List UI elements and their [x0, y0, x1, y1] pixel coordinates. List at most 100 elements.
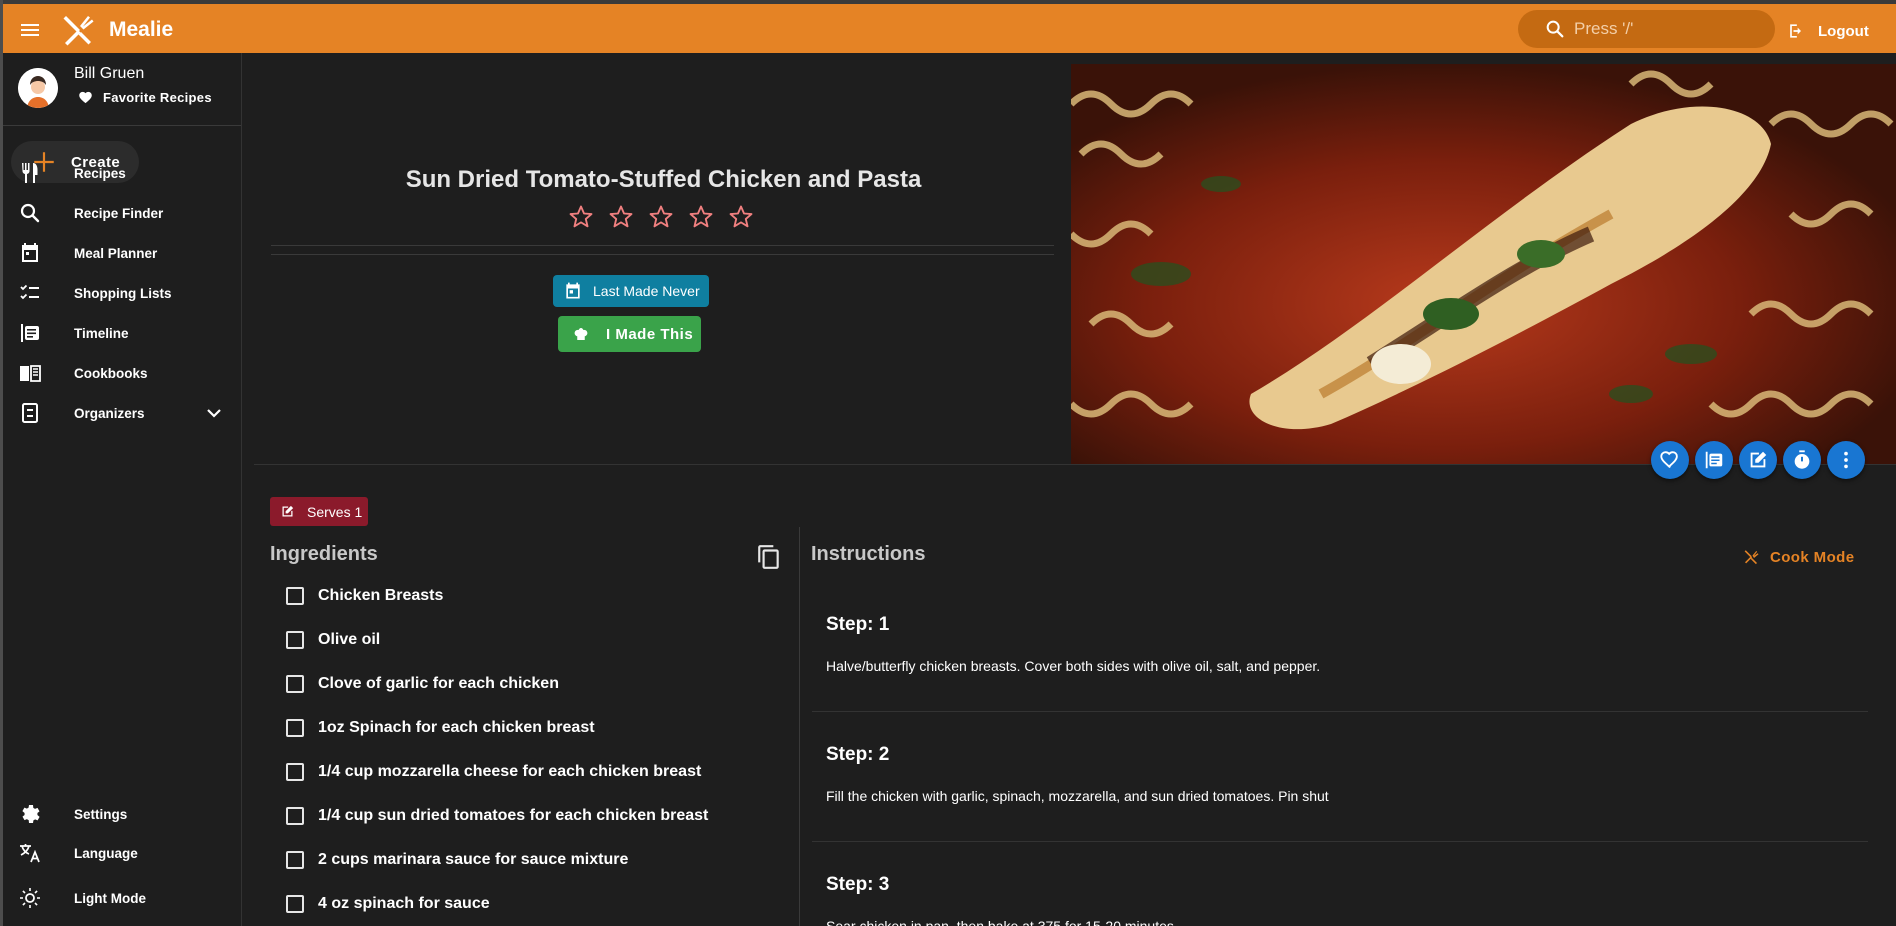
heart-outline-icon	[1660, 451, 1678, 469]
user-avatar-icon	[18, 68, 58, 108]
recipe-photo	[1071, 64, 1896, 464]
ingredient-item[interactable]: 1/4 cup mozzarella cheese for each chick…	[286, 760, 701, 784]
edit-icon	[282, 505, 294, 517]
ingredient-text: 2 cups marinara sauce for sauce mixture	[318, 851, 629, 868]
star-icon[interactable]	[687, 203, 715, 231]
checkbox[interactable]	[286, 675, 304, 693]
edit-icon	[1750, 451, 1767, 468]
checkbox[interactable]	[286, 807, 304, 825]
checklist-icon	[20, 284, 39, 300]
window-edge	[0, 0, 3, 926]
column-divider	[799, 527, 800, 926]
book-icon	[20, 365, 41, 382]
add-to-list-button[interactable]	[1695, 441, 1733, 479]
search-input[interactable]	[1574, 19, 1774, 39]
section-divider	[254, 464, 1896, 465]
serves-label: Serves 1	[307, 503, 363, 520]
mealie-logo-icon[interactable]	[60, 12, 96, 48]
heart-icon	[79, 91, 92, 104]
more-options-button[interactable]	[1827, 441, 1865, 479]
user-name: Bill Gruen	[74, 65, 145, 82]
cook-mode-label: Cook Mode	[1770, 548, 1855, 566]
sidebar-item-language[interactable]: Language	[0, 836, 241, 870]
sidebar-item-settings[interactable]: Settings	[0, 797, 241, 831]
checkbox[interactable]	[286, 719, 304, 737]
step-title: Step: 3	[826, 874, 890, 895]
step-text: Fill the chicken with garlic, spinach, m…	[826, 788, 1329, 804]
avatar[interactable]	[18, 68, 58, 108]
instructions-heading: Instructions	[811, 543, 926, 565]
ingredient-item[interactable]: Chicken Breasts	[286, 584, 443, 608]
ingredient-text: Olive oil	[318, 631, 381, 648]
star-icon[interactable]	[567, 203, 595, 231]
app-title[interactable]: Mealie	[109, 18, 173, 42]
search-icon	[1546, 20, 1564, 38]
edit-button[interactable]	[1739, 441, 1777, 479]
dots-vertical-icon	[1844, 451, 1848, 469]
ingredient-item[interactable]: Clove of garlic for each chicken	[286, 672, 559, 696]
search-bar[interactable]	[1518, 10, 1775, 48]
copy-icon[interactable]	[756, 544, 782, 570]
rating-stars[interactable]	[567, 203, 755, 231]
step-text: Halve/butterfly chicken breasts. Cover b…	[826, 658, 1321, 674]
sidebar-item-light-mode[interactable]: Light Mode	[0, 881, 241, 915]
chevron-down-icon[interactable]	[202, 401, 226, 425]
sidebar-item-organizers[interactable]: Organizers	[0, 396, 241, 430]
checkbox[interactable]	[286, 587, 304, 605]
sidebar-item-recipes[interactable]: Recipes	[0, 156, 241, 190]
checkbox[interactable]	[286, 631, 304, 649]
fork-knife-cross-icon	[1744, 550, 1759, 565]
step-text: Sear chicken in pan, then bake at 375 fo…	[826, 918, 1174, 926]
timer-button[interactable]	[1783, 441, 1821, 479]
gear-icon	[22, 805, 40, 823]
sidebar-item-label: Timeline	[74, 325, 129, 341]
fork-knife-icon	[22, 163, 38, 183]
ingredient-item[interactable]: 1/4 cup sun dried tomatoes for each chic…	[286, 804, 708, 828]
ingredient-item[interactable]: 4 oz spinach for sauce	[286, 892, 490, 916]
ingredient-item[interactable]: 1oz Spinach for each chicken breast	[286, 716, 595, 740]
ingredient-text: 4 oz spinach for sauce	[318, 895, 490, 912]
step-title: Step: 2	[826, 744, 890, 765]
sidebar-item-label: Settings	[74, 806, 128, 822]
step-divider	[812, 711, 1868, 712]
sidebar-item-shopping-lists[interactable]: Shopping Lists	[0, 276, 241, 310]
favorite-recipes-link[interactable]: Favorite Recipes	[78, 90, 212, 105]
last-made-label: Last Made Never	[593, 283, 700, 299]
logout-button[interactable]: Logout	[1786, 18, 1869, 44]
sidebar-item-cookbooks[interactable]: Cookbooks	[0, 356, 241, 390]
ingredient-item[interactable]: Olive oil	[286, 628, 380, 652]
star-icon[interactable]	[727, 203, 755, 231]
menu-icon[interactable]	[18, 18, 42, 42]
step-title: Step: 1	[826, 614, 890, 635]
ingredient-text: Clove of garlic for each chicken	[318, 675, 559, 692]
sidebar-item-label: Meal Planner	[74, 245, 158, 261]
sidebar-item-label: Organizers	[74, 405, 145, 421]
timeline-icon	[1705, 451, 1723, 469]
sidebar-item-meal-planner[interactable]: Meal Planner	[0, 236, 241, 270]
divider	[271, 245, 1054, 246]
sidebar-item-label: Language	[74, 845, 138, 861]
checkbox[interactable]	[286, 895, 304, 913]
sidebar-item-recipe-finder[interactable]: Recipe Finder	[0, 196, 241, 230]
cook-mode-button[interactable]: Cook Mode	[1742, 546, 1854, 568]
chef-hat-icon	[574, 328, 588, 340]
star-icon[interactable]	[607, 203, 635, 231]
serves-chip[interactable]: Serves 1	[270, 497, 368, 526]
favorite-button[interactable]	[1651, 441, 1689, 479]
checkbox[interactable]	[286, 851, 304, 869]
timeline-icon	[21, 324, 39, 342]
ingredient-text: Chicken Breasts	[318, 587, 444, 604]
last-made-button[interactable]: Last Made Never	[553, 275, 709, 307]
ingredient-text: 1/4 cup sun dried tomatoes for each chic…	[318, 807, 709, 824]
sidebar-item-timeline[interactable]: Timeline	[0, 316, 241, 350]
search-icon	[20, 203, 40, 223]
divider	[271, 254, 1054, 255]
logout-icon	[1790, 24, 1801, 38]
i-made-this-button[interactable]: I Made This	[558, 316, 701, 352]
recipe-actions	[1651, 441, 1865, 479]
ingredients-heading: Ingredients	[270, 543, 378, 565]
translate-icon	[20, 844, 40, 863]
checkbox[interactable]	[286, 763, 304, 781]
ingredient-item[interactable]: 2 cups marinara sauce for sauce mixture	[286, 848, 628, 872]
star-icon[interactable]	[647, 203, 675, 231]
